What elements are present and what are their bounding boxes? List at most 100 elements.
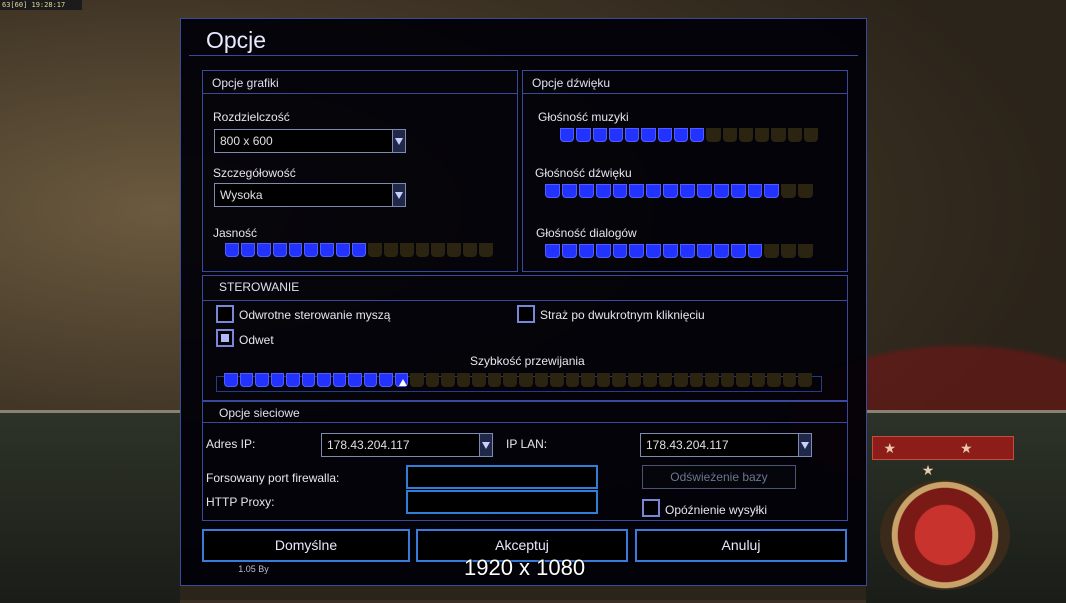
slider-segment — [627, 373, 642, 387]
slider-segment — [352, 243, 366, 257]
resolution-dropdown[interactable]: 800 x 600 — [214, 129, 406, 153]
slider-segment — [673, 128, 688, 142]
resolution-label: Rozdzielczość — [213, 110, 290, 124]
slider-segment — [561, 244, 577, 258]
slider-segment — [798, 244, 813, 258]
cancel-button[interactable]: Anuluj — [635, 529, 847, 562]
slider-segment — [680, 184, 695, 198]
resolution-value: 800 x 600 — [220, 134, 273, 148]
slider-segment — [663, 184, 678, 198]
slider-segment — [798, 184, 813, 198]
slider-segment — [270, 373, 285, 387]
brightness-label: Jasność — [213, 226, 258, 240]
dialog-volume-label: Głośność dialogów — [536, 226, 637, 240]
chevron-down-icon[interactable] — [392, 184, 405, 206]
refresh-database-button[interactable]: Odświeżenie bazy — [642, 465, 796, 489]
slider-segment — [304, 243, 319, 257]
slider-segment — [747, 244, 763, 258]
slider-segment — [288, 243, 303, 257]
slider-segment — [519, 373, 533, 387]
hud-left-panel — [0, 410, 180, 603]
slider-segment — [755, 128, 770, 142]
slider-segment — [612, 373, 626, 387]
ip-address-label: Adres IP: — [206, 437, 256, 451]
guard-double-click-checkbox[interactable] — [517, 305, 535, 323]
slider-segment — [663, 244, 678, 258]
slider-segment — [578, 244, 594, 258]
slider-segment — [771, 128, 786, 142]
slider-segment — [705, 373, 719, 387]
slider-segment — [595, 244, 611, 258]
detail-label: Szczegółowość — [213, 166, 296, 180]
chevron-down-icon[interactable] — [798, 434, 811, 456]
slider-segment — [641, 128, 656, 142]
sfx-volume-slider[interactable] — [545, 184, 815, 198]
slider-segment — [781, 184, 797, 198]
send-delay-checkbox[interactable] — [642, 499, 660, 517]
slider-segment — [560, 128, 575, 142]
http-proxy-label: HTTP Proxy: — [206, 495, 275, 509]
options-dialog: Opcje Opcje grafiki Rozdzielczość 800 x … — [180, 18, 867, 586]
chevron-down-icon[interactable] — [479, 434, 492, 456]
slider-segment — [747, 184, 763, 198]
slider-segment — [680, 244, 695, 258]
chevron-down-icon[interactable] — [392, 130, 405, 152]
lan-ip-dropdown[interactable]: 178.43.204.117 — [640, 433, 812, 457]
scroll-speed-slider[interactable] — [224, 373, 814, 387]
slider-segment — [803, 128, 818, 142]
graphics-panel-title: Opcje grafiki — [212, 76, 279, 90]
sound-panel: Opcje dźwięku Głośność muzyki Głośność d… — [522, 70, 848, 272]
slider-segment — [456, 373, 471, 387]
retaliation-checkbox[interactable] — [216, 329, 234, 347]
slider-segment — [595, 184, 611, 198]
slider-segment — [608, 128, 623, 142]
resolution-overlay: 1920 x 1080 — [464, 555, 586, 580]
slider-segment — [545, 244, 560, 258]
firewall-port-input[interactable] — [406, 465, 598, 489]
slider-segment — [764, 244, 780, 258]
slider-segment — [738, 128, 753, 142]
dialog-volume-slider[interactable] — [545, 244, 815, 258]
lan-ip-label: IP LAN: — [506, 437, 548, 451]
slider-segment — [629, 244, 645, 258]
slider-segment — [576, 128, 591, 142]
slider-segment — [561, 184, 577, 198]
slider-segment — [713, 244, 729, 258]
slider-segment — [363, 373, 378, 387]
hud-rank-stars: ★ ★ ★ — [872, 436, 1014, 478]
ip-address-dropdown[interactable]: 178.43.204.117 — [321, 433, 493, 457]
network-panel-title: Opcje sieciowe — [219, 406, 300, 420]
slider-segment — [798, 373, 812, 387]
http-proxy-input[interactable] — [406, 490, 598, 514]
slider-segment — [225, 243, 239, 257]
slider-thumb-icon[interactable] — [398, 379, 407, 386]
slider-segment — [301, 373, 316, 387]
lan-ip-value: 178.43.204.117 — [646, 438, 729, 452]
slider-segment — [239, 373, 254, 387]
slider-segment — [696, 184, 712, 198]
slider-segment — [581, 373, 595, 387]
brightness-slider[interactable] — [225, 243, 495, 257]
slider-segment — [503, 373, 517, 387]
faction-emblem-icon — [880, 480, 1010, 590]
slider-segment — [534, 373, 549, 387]
slider-segment — [592, 128, 607, 142]
detail-dropdown[interactable]: Wysoka — [214, 183, 406, 207]
graphics-panel: Opcje grafiki Rozdzielczość 800 x 600 Sz… — [202, 70, 518, 272]
sfx-volume-label: Głośność dźwięku — [535, 166, 632, 180]
defaults-button[interactable]: Domyślne — [202, 529, 410, 562]
slider-segment — [713, 184, 729, 198]
invert-mouse-checkbox[interactable] — [216, 305, 234, 323]
slider-segment — [332, 373, 347, 387]
controls-panel-title: STEROWANIE — [219, 280, 300, 294]
retaliation-label: Odwet — [239, 333, 274, 347]
slider-segment — [781, 244, 797, 258]
controls-panel: STEROWANIE Odwrotne sterowanie myszą Str… — [202, 275, 848, 401]
slider-segment — [612, 184, 628, 198]
fps-counter: 63[60] 19:28:17 — [0, 0, 82, 10]
firewall-port-label: Forsowany port firewalla: — [206, 471, 340, 485]
detail-value: Wysoka — [220, 188, 263, 202]
music-volume-slider[interactable] — [560, 128, 820, 142]
slider-segment — [255, 373, 269, 387]
sound-panel-title: Opcje dźwięku — [532, 76, 611, 90]
